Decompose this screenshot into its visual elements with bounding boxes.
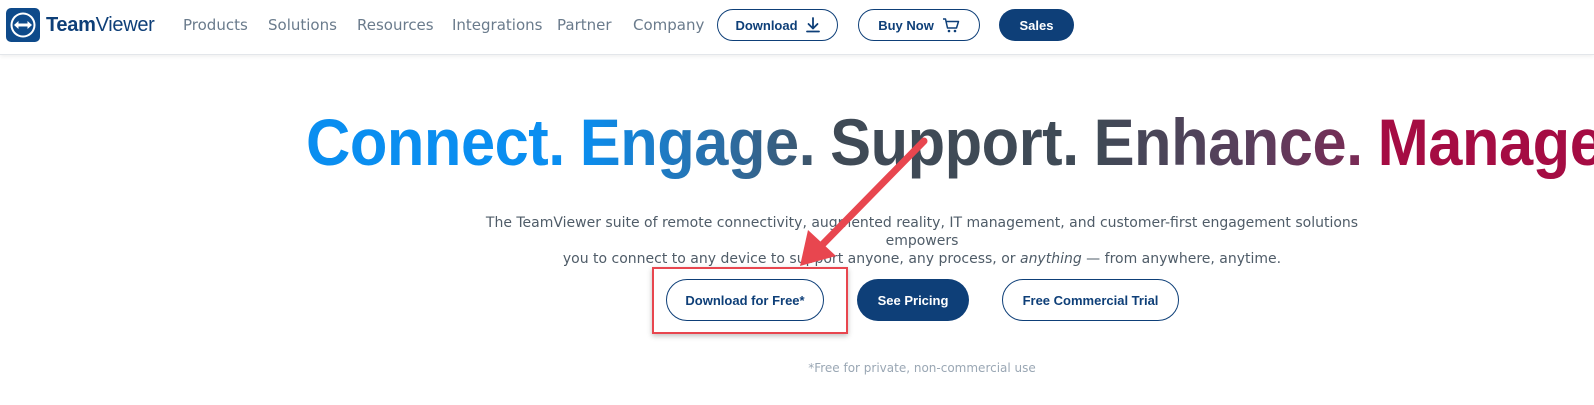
site-header: TeamViewer Products Solutions Resources … [0,0,1594,55]
headline-word-manage: Manage. [1377,105,1594,179]
description-line-2-end: — from anywhere, anytime. [1081,251,1282,267]
header-sales-label: Sales [1019,17,1054,33]
hero-headline: Connect.Engage.Support.Enhance.Manage. [306,104,1594,180]
teamviewer-logo-icon[interactable] [6,8,40,42]
shopping-cart-icon [942,17,960,33]
hero-footnote: *Free for private, non-commercial use [808,361,1036,375]
headline-word-enhance: Enhance. [1093,105,1364,179]
header-buy-now-label: Buy Now [878,17,934,33]
header-buy-now-button[interactable]: Buy Now [858,9,980,41]
nav-products[interactable]: Products [183,16,248,34]
header-download-button[interactable]: Download [717,9,838,41]
nav-company[interactable]: Company [633,16,704,34]
header-download-label: Download [735,17,798,33]
brand-light: Viewer [95,14,155,36]
nav-solutions[interactable]: Solutions [268,16,337,34]
headline-word-engage: Engage. [579,105,816,179]
see-pricing-label: See Pricing [877,292,949,308]
see-pricing-button[interactable]: See Pricing [857,279,969,321]
nav-integrations[interactable]: Integrations [452,16,542,34]
header-sales-button[interactable]: Sales [999,9,1074,41]
nav-partner[interactable]: Partner [557,16,612,34]
brand-bold: Team [46,14,96,36]
download-arrow-icon [805,17,820,33]
annotation-arrow-icon [800,137,928,266]
free-commercial-trial-label: Free Commercial Trial [1022,292,1159,308]
headline-word-support: Support. [830,105,1079,179]
free-commercial-trial-button[interactable]: Free Commercial Trial [1002,279,1179,321]
headline-word-connect: Connect. [306,105,565,179]
description-line-2: you to connect to any device to support … [470,250,1374,268]
description-line-2-start: you to connect to any device to support … [562,251,1020,267]
description-line-1: The TeamViewer suite of remote connectiv… [485,215,1359,249]
hero-description: The TeamViewer suite of remote connectiv… [470,214,1374,268]
brand-wordmark[interactable]: TeamViewer [46,14,155,37]
nav-resources[interactable]: Resources [357,16,434,34]
description-emphasis: anything [1019,251,1082,267]
annotation-highlight-box [652,267,848,334]
